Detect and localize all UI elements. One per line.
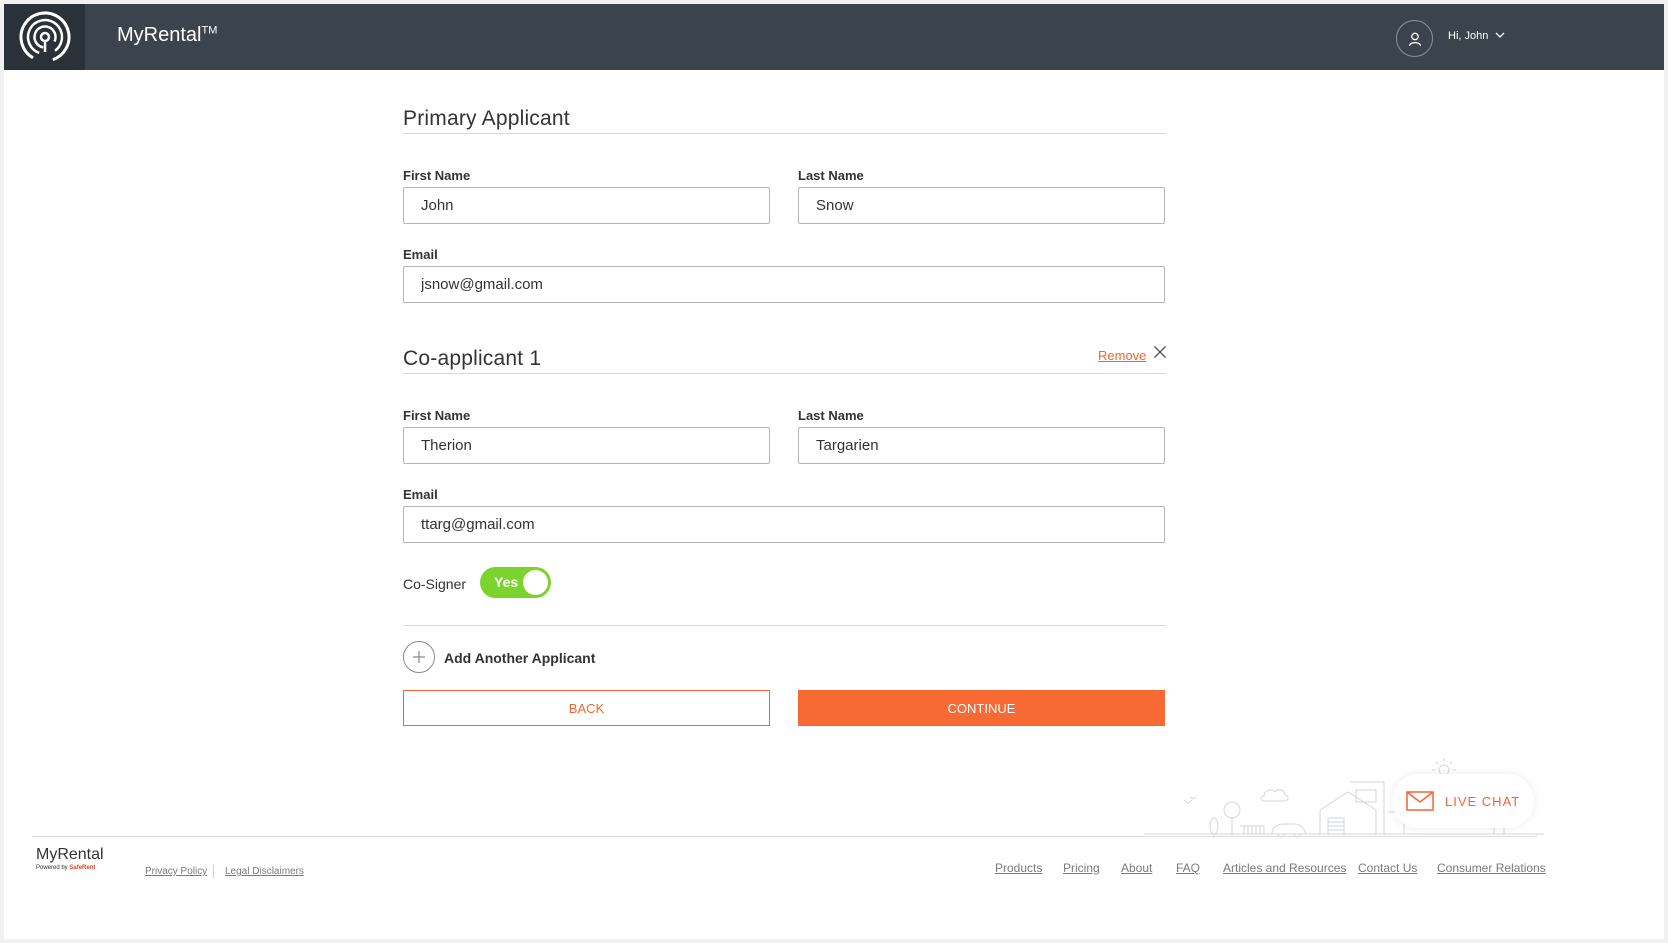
footer-link-faq[interactable]: FAQ <box>1176 861 1200 875</box>
divider <box>403 625 1166 626</box>
coapplicant-title: Co-applicant 1 <box>403 347 542 370</box>
footer-powered-by: Powered by SafeRent <box>36 865 96 871</box>
close-icon[interactable] <box>1153 345 1167 359</box>
top-nav: MyRentalTM Hi, John <box>4 4 1664 70</box>
toggle-knob <box>523 570 548 595</box>
footer-link-products[interactable]: Products <box>995 861 1042 875</box>
primary-email-label: Email <box>403 247 438 262</box>
divider <box>403 373 1166 374</box>
envelope-icon <box>1406 791 1434 811</box>
primary-last-name-label: Last Name <box>798 168 864 183</box>
coapplicant-last-name-label: Last Name <box>798 408 864 423</box>
cosigner-label: Co-Signer <box>403 576 467 592</box>
cosigner-toggle-text: Yes <box>494 574 519 590</box>
primary-applicant-title: Primary Applicant <box>403 107 570 130</box>
footer-logo-text: MyRental <box>36 846 104 863</box>
avatar[interactable] <box>1396 20 1433 57</box>
footer-logo[interactable]: MyRental Powered by SafeRent <box>36 846 104 871</box>
privacy-policy-link[interactable]: Privacy Policy <box>145 866 207 877</box>
brand-title: MyRentalTM <box>117 24 218 46</box>
footer-divider <box>32 836 1537 837</box>
footer-link-contact[interactable]: Contact Us <box>1358 861 1417 875</box>
live-chat-label: LIVE CHAT <box>1445 794 1521 809</box>
footer-separator <box>213 865 214 878</box>
cosigner-toggle[interactable]: Yes <box>480 567 551 598</box>
primary-first-name-input[interactable] <box>403 187 770 224</box>
logo[interactable] <box>4 4 85 70</box>
footer-link-pricing[interactable]: Pricing <box>1063 861 1100 875</box>
coapplicant-email-label: Email <box>403 487 438 502</box>
coapplicant-email-input[interactable] <box>403 506 1165 543</box>
footer-link-consumer-relations[interactable]: Consumer Relations <box>1437 861 1546 875</box>
app-window: MyRentalTM Hi, John Primary Applicant Fi… <box>4 4 1664 939</box>
primary-email-input[interactable] <box>403 266 1165 303</box>
user-icon <box>1408 32 1421 46</box>
add-applicant-button[interactable] <box>403 641 435 673</box>
divider <box>403 133 1166 134</box>
footer-link-articles[interactable]: Articles and Resources <box>1223 861 1346 875</box>
footer-link-about[interactable]: About <box>1121 861 1152 875</box>
continue-button[interactable]: CONTINUE <box>798 690 1165 726</box>
coapplicant-first-name-input[interactable] <box>403 427 770 464</box>
user-greeting[interactable]: Hi, John <box>1448 30 1488 42</box>
add-applicant-label[interactable]: Add Another Applicant <box>444 650 595 666</box>
coapplicant-first-name-label: First Name <box>403 408 471 423</box>
legal-disclaimers-link[interactable]: Legal Disclaimers <box>225 866 304 877</box>
back-button[interactable]: BACK <box>403 690 770 726</box>
fingerprint-logo-icon <box>19 11 70 63</box>
primary-first-name-label: First Name <box>403 168 471 183</box>
chevron-down-icon[interactable] <box>1495 31 1505 39</box>
primary-last-name-input[interactable] <box>798 187 1165 224</box>
live-chat-button[interactable]: LIVE CHAT <box>1392 774 1534 828</box>
coapplicant-last-name-input[interactable] <box>798 427 1165 464</box>
remove-coapplicant-link[interactable]: Remove <box>1098 348 1146 363</box>
plus-circle-icon <box>413 651 425 663</box>
